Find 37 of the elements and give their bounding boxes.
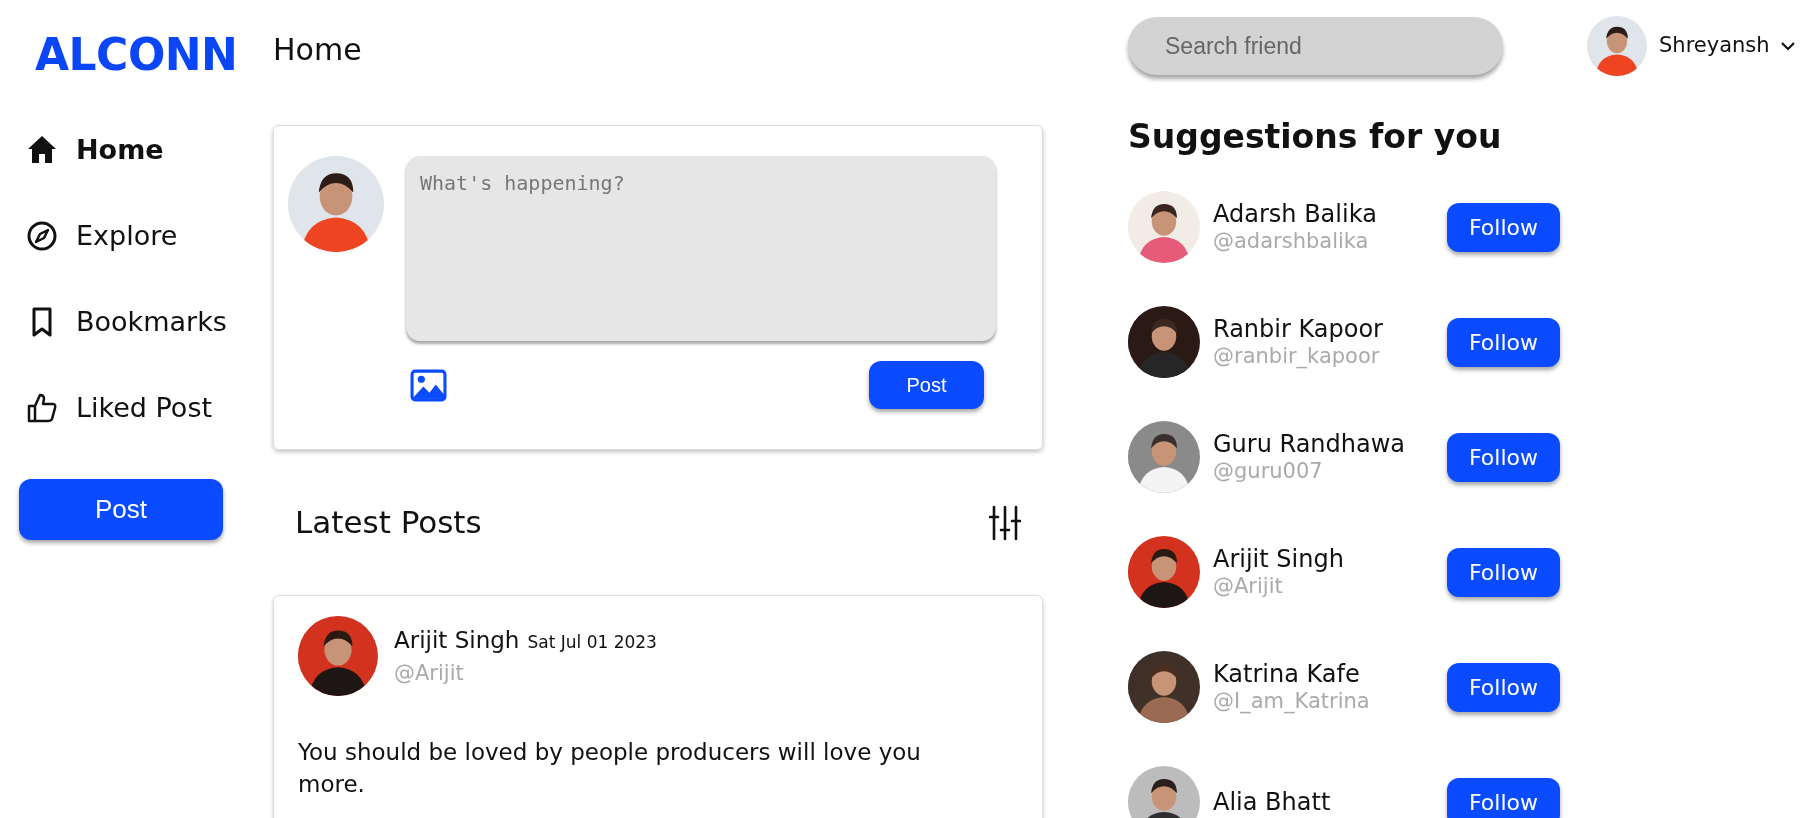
post-text: You should be loved by people producers will love you more. xyxy=(298,738,922,800)
follow-button[interactable]: Follow xyxy=(1447,317,1560,367)
page-title: Home xyxy=(273,31,363,69)
post-button[interactable]: Post xyxy=(869,361,984,409)
filter-icon[interactable] xyxy=(989,504,1021,541)
person-name: Guru Randhawa xyxy=(1213,430,1407,459)
follow-button[interactable]: Follow xyxy=(1447,547,1560,597)
follow-button[interactable]: Follow xyxy=(1447,432,1560,482)
post-button[interactable]: Post xyxy=(19,479,223,540)
follow-button[interactable]: Follow xyxy=(1447,202,1560,252)
search-field[interactable]: Search friend xyxy=(1128,17,1503,75)
sidebar-item[interactable]: Liked Post xyxy=(0,365,219,451)
person-handle: @ranbir_kapoor xyxy=(1213,343,1381,369)
sidebar-item[interactable]: Home xyxy=(0,107,170,193)
post-date: Sat Jul 01 2023 xyxy=(527,631,657,654)
person-handle: @Arijit xyxy=(1213,573,1284,599)
sidebar-item[interactable]: Explore xyxy=(0,193,184,279)
logo[interactable]: ALCONN xyxy=(0,0,273,107)
author-handle: @Arijit xyxy=(394,659,465,687)
user-name[interactable]: Shreyansh xyxy=(1659,30,1770,62)
person-name: Arijit Singh xyxy=(1213,545,1345,574)
image-icon[interactable] xyxy=(410,368,447,402)
section-title: Latest Posts xyxy=(295,503,482,543)
person-name: Alia Bhatt xyxy=(1213,787,1332,817)
follow-button[interactable]: Follow xyxy=(1447,662,1560,712)
chevron-down-icon[interactable] xyxy=(1779,41,1796,51)
follow-button[interactable]: Follow xyxy=(1447,777,1560,818)
sidebar-item[interactable]: Bookmarks xyxy=(0,279,233,365)
author-name: Arijit Singh xyxy=(394,626,520,655)
section-title: Suggestions for you xyxy=(1128,116,1503,158)
person-handle: @guru007 xyxy=(1213,458,1324,484)
person-handle: @I_am_Katrina xyxy=(1213,688,1371,714)
person-name: Adarsh Balika xyxy=(1213,200,1378,229)
post-input-field[interactable]: What's happening? xyxy=(406,156,996,341)
person-handle: @adarshbalika xyxy=(1213,228,1370,254)
person-name: Ranbir Kapoor xyxy=(1213,315,1384,344)
person-name: Katrina Kafe xyxy=(1213,660,1361,689)
